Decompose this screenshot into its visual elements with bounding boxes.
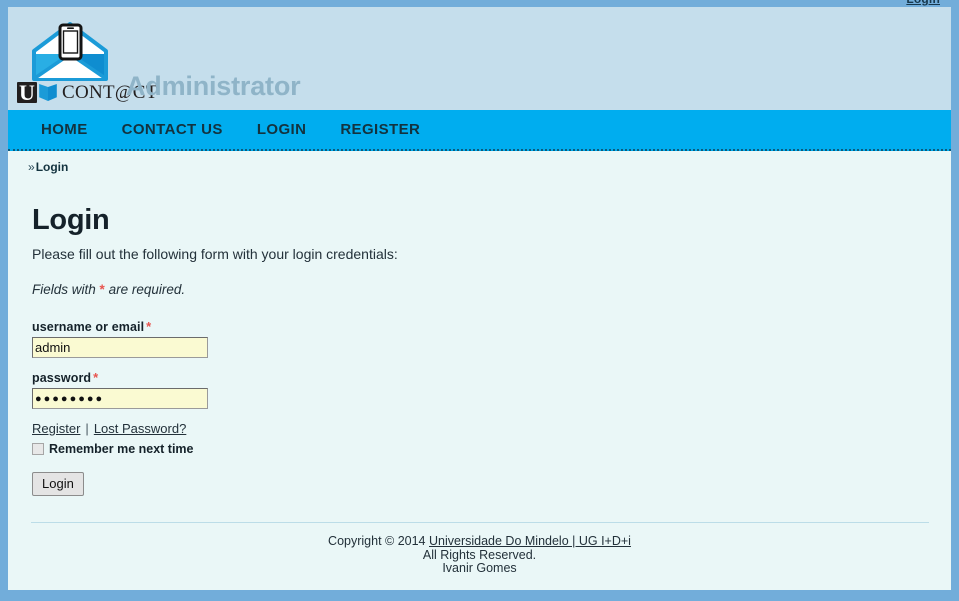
site-header: U CONT@CT Administrator <box>8 7 951 110</box>
main-content: Login Please fill out the following form… <box>8 174 951 496</box>
open-book-icon <box>39 83 57 101</box>
auth-helper-links: Register | Lost Password? <box>32 421 927 436</box>
footer-copyright-line: Copyright © 2014 Universidade Do Mindelo… <box>8 534 951 549</box>
nav-link-home[interactable]: HOME <box>24 110 105 149</box>
page-title: Login <box>32 204 110 236</box>
required-fields-note: Fields with * are required. <box>32 282 927 297</box>
username-label-text: username or email <box>32 320 145 334</box>
nav-item-contact-us[interactable]: CONTACT US <box>105 110 240 149</box>
link-separator: | <box>85 421 89 436</box>
site-title: Administrator <box>126 71 301 101</box>
u-logo-glyph: U <box>17 81 37 103</box>
username-field-label: username or email * <box>32 319 927 334</box>
required-note-before: Fields with <box>32 282 96 297</box>
lost-password-link[interactable]: Lost Password? <box>94 421 187 436</box>
site-footer: Copyright © 2014 Universidade Do Mindelo… <box>8 522 951 590</box>
nav-item-login[interactable]: LOGIN <box>240 110 324 149</box>
cut-off-login-link[interactable]: Login <box>906 0 940 6</box>
page-frame: U CONT@CT Administrator HOME CONTACT US … <box>8 7 951 590</box>
password-input[interactable]: ●●●●●●●● <box>32 388 208 409</box>
password-required-star: * <box>93 370 99 385</box>
breadcrumb-current: Login <box>35 160 69 174</box>
cut-off-top-strip: Login <box>0 0 959 7</box>
footer-text: Copyright © 2014 Universidade Do Mindelo… <box>8 523 951 590</box>
required-note-after: are required. <box>108 282 186 297</box>
remember-me-row[interactable]: Remember me next time <box>32 442 927 456</box>
remember-me-label: Remember me next time <box>49 442 194 456</box>
password-label-text: password <box>32 371 92 385</box>
remember-me-checkbox[interactable] <box>32 443 44 455</box>
nav-item-home[interactable]: HOME <box>24 110 105 149</box>
footer-rights-line: All Rights Reserved. <box>422 547 537 562</box>
register-link[interactable]: Register <box>32 421 80 436</box>
footer-author-line: Ivanir Gomes <box>442 561 517 575</box>
login-submit-button[interactable]: Login <box>32 472 84 496</box>
nav-link-register[interactable]: REGISTER <box>323 110 437 149</box>
nav-list: HOME CONTACT US LOGIN REGISTER <box>8 110 951 149</box>
footer-copyright-prefix: Copyright © 2014 <box>328 534 426 548</box>
nav-link-login[interactable]: LOGIN <box>240 110 324 149</box>
username-required-star: * <box>146 319 152 334</box>
site-logo[interactable]: U CONT@CT <box>17 21 157 105</box>
login-form: username or email* password* ●●●●●●●● Re… <box>32 319 927 496</box>
main-navigation: HOME CONTACT US LOGIN REGISTER <box>8 110 951 151</box>
nav-item-register[interactable]: REGISTER <box>323 110 437 149</box>
footer-university-link[interactable]: Universidade Do Mindelo | UG I+D+i <box>429 534 631 548</box>
breadcrumb-separator: » <box>28 160 35 174</box>
breadcrumb: »Login <box>8 151 951 174</box>
required-note-star: * <box>99 282 105 297</box>
password-field-label: password * <box>32 370 927 385</box>
nav-link-contact-us[interactable]: CONTACT US <box>105 110 240 149</box>
envelope-icon <box>32 22 108 81</box>
form-intro-text: Please fill out the following form with … <box>32 246 398 262</box>
username-input[interactable] <box>32 337 208 358</box>
